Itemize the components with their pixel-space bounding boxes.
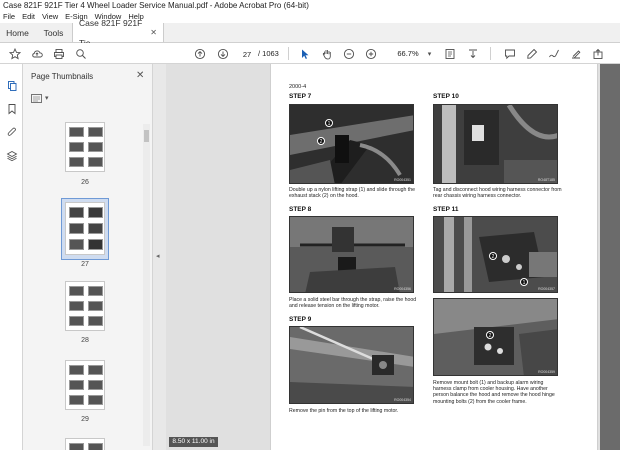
adjacent-page-edge: [600, 64, 620, 450]
chevron-down-icon[interactable]: ▾: [423, 47, 436, 60]
step-heading: STEP 9: [289, 316, 312, 323]
toolbar-divider: [288, 47, 289, 60]
step-caption: Remove mount bolt (1) and backup alarm w…: [433, 380, 555, 405]
thumbnail-page-next[interactable]: [65, 438, 105, 450]
draw-freehand-icon[interactable]: [547, 47, 560, 60]
attachments-icon[interactable]: [5, 125, 18, 138]
step-heading: STEP 8: [289, 206, 312, 213]
page-number-input[interactable]: 27: [238, 47, 256, 60]
menu-file[interactable]: File: [3, 11, 15, 23]
photo-code: RO004354: [394, 398, 411, 402]
step-heading: STEP 10: [433, 93, 459, 100]
thumbnail-scrollbar-thumb[interactable]: [144, 130, 149, 142]
photo-code: RO48T185: [537, 178, 555, 182]
photo-code: RO004356: [394, 287, 411, 291]
document-view: 2000-4 STEP 7 1 2 RO004351 Double up a n…: [166, 64, 620, 450]
step-caption: Double up a nylon lifting strap (1) and …: [289, 187, 416, 200]
step-heading: STEP 7: [289, 93, 312, 100]
hand-tool-icon[interactable]: [320, 47, 333, 60]
chevron-down-icon: ▾: [45, 95, 49, 102]
pdf-page: 2000-4 STEP 7 1 2 RO004351 Double up a n…: [270, 64, 598, 450]
step-photo: 1 2 RO004351: [289, 104, 414, 184]
toolbar-divider: [490, 47, 491, 60]
photo-code: RO004351: [394, 178, 411, 182]
collapse-panel-arrow-icon[interactable]: ◂: [156, 252, 160, 260]
tab-tools[interactable]: Tools: [35, 23, 72, 42]
panel-title: Page Thumbnails: [31, 72, 94, 81]
list-options-icon: [31, 93, 42, 103]
section-number: 2000-4: [289, 84, 307, 90]
photo-code: RO004359: [538, 370, 555, 374]
thumbnail-options-menu[interactable]: ▾: [31, 92, 53, 104]
step-caption: Tag and disconnect hood wiring harness c…: [433, 187, 562, 200]
page-thumbnails-icon[interactable]: [5, 79, 18, 92]
callout-marker: 2: [486, 331, 494, 339]
scrolling-mode-icon[interactable]: [466, 47, 479, 60]
previous-page-icon[interactable]: [193, 47, 206, 60]
step-photo: RO004356: [289, 216, 414, 293]
main-toolbar: 27 / 1063 66.7% ▾: [0, 43, 620, 64]
step-photo: 2 1 RO004357: [433, 216, 558, 293]
fill-and-sign-icon[interactable]: [569, 47, 582, 60]
bookmarks-icon[interactable]: [5, 102, 18, 115]
thumbnail-page-26[interactable]: [65, 122, 105, 172]
tab-document[interactable]: Case 821F 921F Tie... ✕: [72, 18, 164, 48]
page-thumbnails-panel: Page Thumbnails ✕ ▾ 26 27 28 29: [23, 64, 153, 450]
tab-home[interactable]: Home: [0, 23, 35, 42]
thumbnail-label: 26: [81, 179, 89, 186]
share-icon[interactable]: [591, 47, 604, 60]
page-display-icon[interactable]: [443, 47, 456, 60]
thumbnail-scrollbar[interactable]: [143, 124, 150, 446]
thumbnail-label: 29: [81, 416, 89, 423]
tab-bar: Home Tools Case 821F 921F Tie... ✕: [0, 18, 620, 48]
menu-edit[interactable]: Edit: [22, 11, 35, 23]
step-heading: STEP 11: [433, 206, 459, 213]
page-total: / 1063: [258, 49, 279, 58]
close-panel-icon[interactable]: ✕: [136, 70, 144, 81]
zoom-level-select[interactable]: 66.7%: [392, 47, 424, 60]
step-photo: RO004354: [289, 326, 414, 404]
layers-icon[interactable]: [5, 149, 18, 162]
menu-view[interactable]: View: [42, 11, 58, 23]
highlight-pen-icon[interactable]: [525, 47, 538, 60]
search-icon[interactable]: [74, 47, 87, 60]
upload-cloud-icon[interactable]: [30, 47, 43, 60]
callout-marker: 1: [325, 119, 333, 127]
comment-icon[interactable]: [503, 47, 516, 60]
callout-marker: 1: [520, 278, 528, 286]
thumbnail-page-29[interactable]: [65, 360, 105, 410]
next-page-icon[interactable]: [216, 47, 229, 60]
navigation-rail: [0, 64, 23, 450]
thumbnail-page-28[interactable]: [65, 281, 105, 331]
step-photo: 2 RO004359: [433, 298, 558, 376]
window-title: Case 821F 921F Tier 4 Wheel Loader Servi…: [0, 0, 620, 11]
thumbnail-page-27[interactable]: [65, 202, 105, 255]
zoom-in-icon[interactable]: [364, 47, 377, 60]
bookmark-star-icon[interactable]: [8, 47, 21, 60]
page-size-indicator: 8.50 x 11.00 in: [169, 437, 218, 447]
step-photo: RO48T185: [433, 104, 558, 184]
callout-marker: 2: [489, 252, 497, 260]
photo-code: RO004357: [538, 287, 555, 291]
close-tab-icon[interactable]: ✕: [150, 23, 157, 43]
thumbnail-label: 27: [81, 261, 89, 268]
select-cursor-icon[interactable]: [298, 47, 311, 60]
print-icon[interactable]: [52, 47, 65, 60]
thumbnail-label: 28: [81, 337, 89, 344]
step-caption: Place a solid steel bar through the stra…: [289, 297, 417, 310]
callout-marker: 2: [317, 137, 325, 145]
step-caption: Remove the pin from the top of the lifti…: [289, 408, 399, 414]
zoom-out-icon[interactable]: [342, 47, 355, 60]
